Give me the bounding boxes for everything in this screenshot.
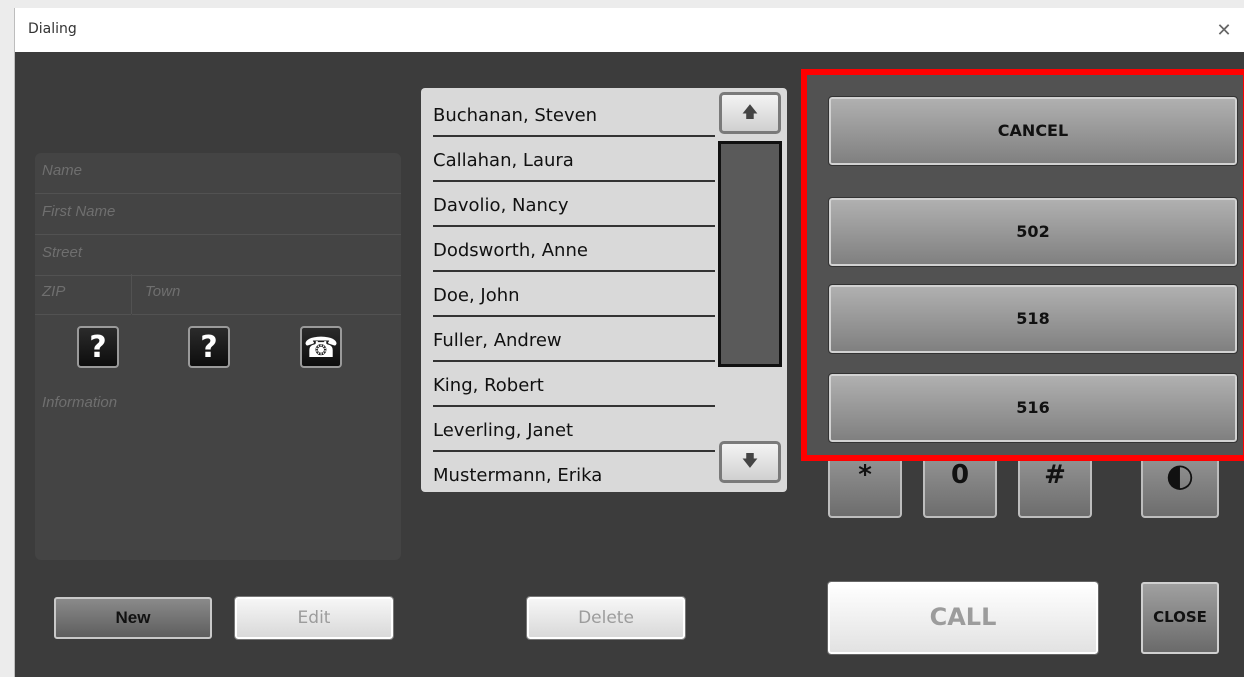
list-item[interactable]: Leverling, Janet <box>433 406 715 452</box>
lookup-help-button-1[interactable]: ? <box>77 326 119 368</box>
contact-name: Davolio, Nancy <box>433 195 569 216</box>
information-field[interactable]: Information <box>35 385 401 425</box>
close-button[interactable]: CLOSE <box>1141 582 1219 654</box>
arrow-down-icon: 🡇 <box>741 453 759 470</box>
contact-details-panel: Name First Name Street ZIP Town ? ? ☎ In… <box>35 153 401 560</box>
contact-name: Fuller, Andrew <box>433 330 562 351</box>
first-name-placeholder: First Name <box>42 203 116 220</box>
town-placeholder: Town <box>145 283 181 300</box>
list-item[interactable]: Dodsworth, Anne <box>433 226 715 272</box>
street-placeholder: Street <box>42 244 83 261</box>
contact-name: Dodsworth, Anne <box>433 240 588 261</box>
scroll-up-button[interactable]: 🡅 <box>719 92 781 134</box>
phone-icon[interactable]: ☎ <box>300 326 342 368</box>
list-item[interactable]: Doe, John <box>433 271 715 317</box>
contact-list: Buchanan, Steven Callahan, Laura Davolio… <box>421 88 787 492</box>
window-title: Dialing <box>28 21 77 37</box>
contact-name: Mustermann, Erika <box>433 465 603 486</box>
street-field[interactable]: Street <box>35 235 401 276</box>
new-button[interactable]: New <box>54 597 212 639</box>
contact-name: Doe, John <box>433 285 520 306</box>
number-selection-panel: CANCEL 502 518 516 <box>801 69 1244 461</box>
name-field[interactable]: Name <box>35 153 401 194</box>
number-option[interactable]: 502 <box>828 197 1238 267</box>
contact-name: King, Robert <box>433 375 544 396</box>
contact-name: Buchanan, Steven <box>433 105 598 126</box>
title-bar: Dialing ✕ <box>15 8 1244 52</box>
list-item[interactable]: Mustermann, Erika <box>433 451 715 492</box>
dialing-window: Dialing ✕ Name First Name Street ZIP Tow… <box>14 8 1244 677</box>
name-placeholder: Name <box>42 162 83 179</box>
arrow-up-icon: 🡅 <box>741 104 759 121</box>
number-option[interactable]: 516 <box>828 373 1238 443</box>
edit-button[interactable]: Edit <box>234 596 394 640</box>
information-placeholder: Information <box>42 394 118 411</box>
zip-field[interactable]: ZIP <box>35 274 131 315</box>
list-item[interactable]: Davolio, Nancy <box>433 181 715 227</box>
zip-placeholder: ZIP <box>42 283 66 300</box>
contact-name: Leverling, Janet <box>433 420 574 441</box>
scrollbar-thumb[interactable] <box>718 141 782 367</box>
call-button[interactable]: CALL <box>827 581 1099 655</box>
lookup-help-button-2[interactable]: ? <box>188 326 230 368</box>
window-close-icon[interactable]: ✕ <box>1211 17 1237 43</box>
cancel-button[interactable]: CANCEL <box>828 96 1238 166</box>
list-item[interactable]: King, Robert <box>433 361 715 407</box>
zip-town-divider <box>131 274 132 314</box>
list-item[interactable]: Buchanan, Steven <box>433 91 715 137</box>
scroll-down-button[interactable]: 🡇 <box>719 441 781 483</box>
list-item[interactable]: Callahan, Laura <box>433 136 715 182</box>
contact-name: Callahan, Laura <box>433 150 574 171</box>
number-option[interactable]: 518 <box>828 284 1238 354</box>
delete-button[interactable]: Delete <box>526 596 686 640</box>
town-field[interactable]: Town <box>132 274 401 315</box>
list-item[interactable]: Fuller, Andrew <box>433 316 715 362</box>
first-name-field[interactable]: First Name <box>35 194 401 235</box>
